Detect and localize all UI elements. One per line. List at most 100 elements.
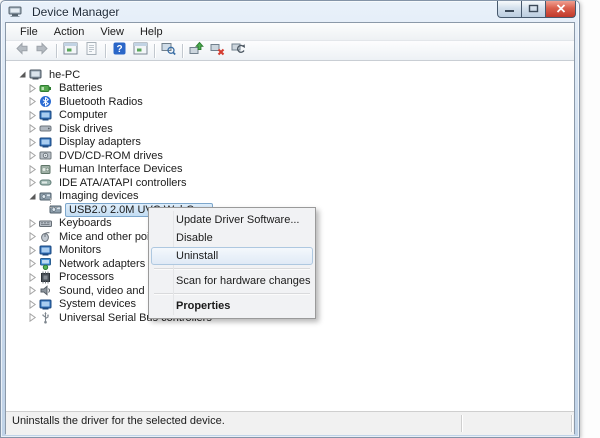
help-button[interactable]: ?: [109, 42, 130, 59]
tree-item-human-interface-devices[interactable]: Human Interface Devices: [6, 163, 574, 177]
context-menu-separator: [154, 268, 310, 269]
tree-item-batteries[interactable]: Batteries: [6, 82, 574, 96]
scan-hardware-changes-button[interactable]: [228, 42, 249, 59]
properties-window-button[interactable]: [130, 42, 151, 59]
close-button[interactable]: [545, 1, 576, 18]
expand-arrow-collapsed-icon[interactable]: [26, 150, 38, 161]
context-menu-item-uninstall[interactable]: Uninstall: [151, 247, 313, 265]
tree-indent: [6, 182, 26, 183]
ide-controller-icon: [38, 176, 52, 189]
tree-item-label: Bluetooth Radios: [56, 96, 146, 108]
usb-controller-icon: [38, 311, 52, 324]
tree-item-imaging-devices[interactable]: Imaging devices: [6, 190, 574, 204]
expand-arrow-collapsed-icon[interactable]: [26, 177, 38, 188]
display-adapter-icon: [38, 136, 52, 149]
tree-item-label: Computer: [56, 109, 110, 121]
tree-item-label: Network adapters: [56, 258, 148, 270]
tree-item-label: Imaging devices: [56, 190, 142, 202]
export-list-icon: [84, 41, 99, 61]
bluetooth-icon: [38, 95, 52, 108]
context-menu-item-update-driver-software[interactable]: Update Driver Software...: [151, 211, 313, 229]
expand-arrow-collapsed-icon[interactable]: [26, 96, 38, 107]
expand-arrow-expanded-icon[interactable]: [16, 69, 28, 80]
tree-indent: [6, 115, 26, 116]
expand-arrow-collapsed-icon[interactable]: [26, 123, 38, 134]
expand-arrow-collapsed-icon[interactable]: [26, 258, 38, 269]
expand-arrow-collapsed-icon[interactable]: [26, 272, 38, 283]
titlebar[interactable]: Device Manager: [1, 1, 579, 22]
tree-indent: [6, 250, 26, 251]
dvd-drive-icon: [38, 149, 52, 162]
tree-indent: [6, 209, 36, 210]
menu-help[interactable]: Help: [132, 24, 171, 40]
window-controls: [498, 1, 576, 18]
context-menu-item-disable[interactable]: Disable: [151, 229, 313, 247]
forward-button[interactable]: [32, 42, 53, 59]
tree-indent: [6, 317, 26, 318]
menu-view[interactable]: View: [92, 24, 132, 40]
tree-indent: [6, 304, 26, 305]
computer-icon: [38, 109, 52, 122]
expand-arrow-collapsed-icon[interactable]: [26, 137, 38, 148]
expand-arrow-collapsed-icon[interactable]: [26, 231, 38, 242]
scan-hardware-changes-icon: [231, 41, 246, 61]
uninstall-device-button[interactable]: [207, 42, 228, 59]
tree-item-bluetooth-radios[interactable]: Bluetooth Radios: [6, 95, 574, 109]
tree-indent: [6, 263, 26, 264]
uninstall-device-icon: [210, 41, 225, 61]
back-button[interactable]: [11, 42, 32, 59]
tree-item-display-adapters[interactable]: Display adapters: [6, 136, 574, 150]
export-list-button[interactable]: [81, 42, 102, 59]
processor-icon: [38, 271, 52, 284]
tree-indent: [6, 290, 26, 291]
tree-item-label: Processors: [56, 271, 117, 283]
battery-icon: [38, 82, 52, 95]
tree-indent: [6, 74, 16, 75]
minimize-button[interactable]: [497, 1, 522, 18]
update-driver-button[interactable]: [186, 42, 207, 59]
menu-file[interactable]: File: [12, 24, 46, 40]
toolbar: ?: [6, 41, 574, 61]
expand-arrow-collapsed-icon[interactable]: [26, 110, 38, 121]
show-console-tree-button[interactable]: [60, 42, 81, 59]
tree-item-computer[interactable]: Computer: [6, 109, 574, 123]
tree-indent: [6, 169, 26, 170]
help-icon: ?: [112, 41, 127, 61]
tree-item-he-pc[interactable]: he-PC: [6, 68, 574, 82]
context-menu-item-properties[interactable]: Properties: [151, 297, 313, 315]
tree-item-label: Display adapters: [56, 136, 144, 148]
search-computer-button[interactable]: [158, 42, 179, 59]
expand-arrow-collapsed-icon[interactable]: [26, 299, 38, 310]
expand-arrow-none: [36, 204, 48, 215]
expand-arrow-collapsed-icon[interactable]: [26, 245, 38, 256]
tree-indent: [6, 223, 26, 224]
maximize-button[interactable]: [521, 1, 546, 18]
context-menu-item-scan-for-hardware-changes[interactable]: Scan for hardware changes: [151, 272, 313, 290]
mouse-icon: [38, 230, 52, 243]
expand-arrow-collapsed-icon[interactable]: [26, 164, 38, 175]
toolbar-separator: [105, 44, 106, 58]
statusbar: Uninstalls the driver for the selected d…: [6, 411, 574, 435]
statusbar-separator: [571, 415, 572, 432]
tree-indent: [6, 142, 26, 143]
expand-arrow-collapsed-icon[interactable]: [26, 285, 38, 296]
tree-item-dvd-cd-rom-drives[interactable]: DVD/CD-ROM drives: [6, 149, 574, 163]
toolbar-separator: [154, 44, 155, 58]
tree-item-label: System devices: [56, 298, 139, 310]
search-computer-icon: [161, 41, 176, 61]
expand-arrow-collapsed-icon[interactable]: [26, 312, 38, 323]
tree-item-label: IDE ATA/ATAPI controllers: [56, 177, 190, 189]
properties-window-icon: [133, 41, 148, 61]
expand-arrow-collapsed-icon[interactable]: [26, 83, 38, 94]
device-manager-icon: [8, 5, 22, 18]
expand-arrow-collapsed-icon[interactable]: [26, 218, 38, 229]
tree-indent: [6, 128, 26, 129]
keyboard-icon: [38, 217, 52, 230]
expand-arrow-expanded-icon[interactable]: [26, 191, 38, 202]
tree-item-disk-drives[interactable]: Disk drives: [6, 122, 574, 136]
computer-root-icon: [28, 68, 42, 81]
menu-action[interactable]: Action: [46, 24, 93, 40]
hid-icon: [38, 163, 52, 176]
tree-item-ide-ata-atapi-controllers[interactable]: IDE ATA/ATAPI controllers: [6, 176, 574, 190]
monitor-icon: [38, 244, 52, 257]
